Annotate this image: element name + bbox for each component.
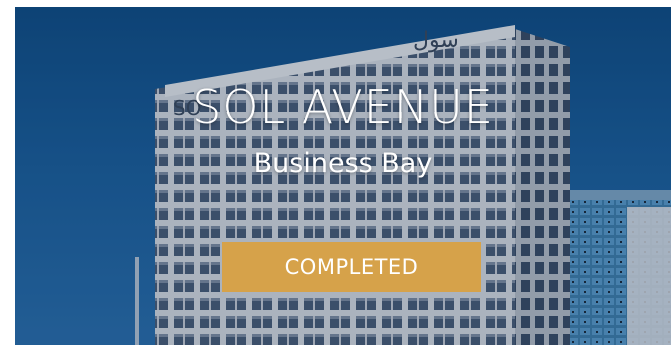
project-location: Business Bay: [253, 148, 433, 179]
completed-status-button[interactable]: COMPLETED: [222, 242, 481, 292]
project-hero: SO سول SOL AVENUE Business Bay COMPLETED: [15, 7, 671, 345]
project-title: SOL AVENUE: [192, 80, 494, 134]
